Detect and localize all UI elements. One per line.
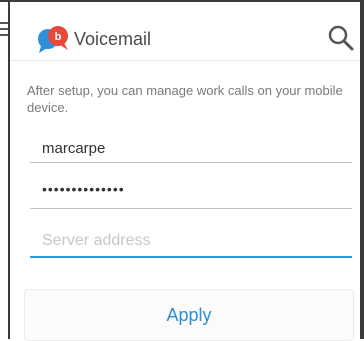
voicemail-logo: b	[37, 24, 71, 54]
window-frame-right	[360, 0, 364, 339]
username-value: marcarpe	[42, 140, 106, 157]
setup-description: After setup, you can manage work calls o…	[27, 83, 343, 115]
app-bar: b Voicemail	[10, 2, 360, 58]
hamburger-menu-icon[interactable]	[0, 22, 8, 38]
server-address-input[interactable]	[42, 232, 342, 250]
username-field[interactable]: marcarpe	[30, 140, 352, 163]
server-address-field[interactable]	[30, 232, 352, 258]
username-underline	[30, 162, 352, 163]
server-address-underline	[30, 256, 352, 258]
page-title: Voicemail	[74, 29, 152, 49]
password-underline	[30, 208, 352, 209]
password-field[interactable]: ••••••••••••••	[30, 180, 352, 209]
password-mask: ••••••••••••••	[42, 181, 125, 197]
apply-button[interactable]: Apply	[24, 289, 354, 341]
logo-badge-letter: b	[55, 31, 62, 43]
header-divider	[10, 60, 360, 61]
search-icon[interactable]	[326, 23, 356, 53]
